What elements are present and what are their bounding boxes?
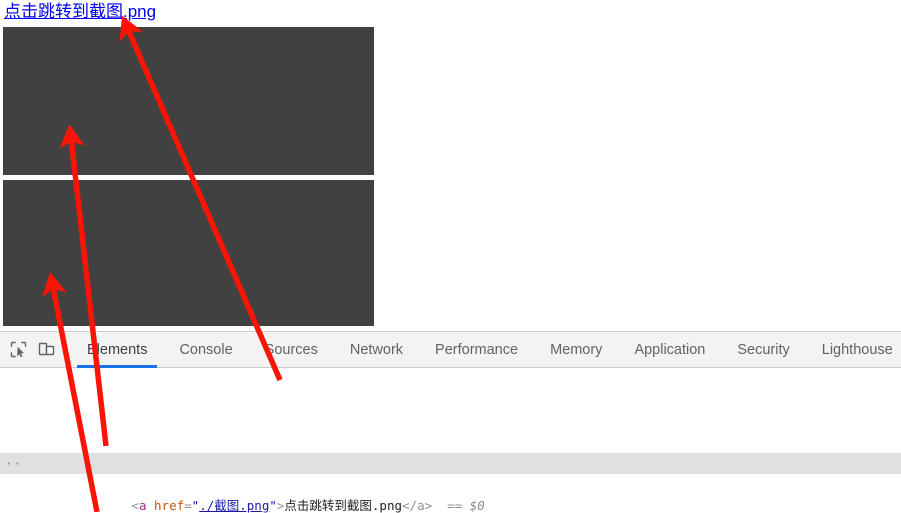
attr-value[interactable]: ./截图.png	[199, 498, 269, 513]
tab-network[interactable]: Network	[334, 332, 419, 368]
dom-tree[interactable]: ·· ▸<a href="./截图.png">点击跳转到截图.png</a> =…	[0, 368, 901, 513]
tab-security[interactable]: Security	[721, 332, 805, 368]
tab-elements[interactable]: Elements	[71, 332, 163, 368]
dom-row-content: ▸<a href="./截图.png">点击跳转到截图.png</a> == $…	[45, 495, 485, 513]
tab-sources[interactable]: Sources	[249, 332, 334, 368]
devtools-tab-bar: Elements Console Sources Network Perform…	[0, 332, 901, 368]
closing-tag: </a>	[402, 498, 433, 513]
broken-image-top[interactable]	[3, 27, 374, 175]
inspect-element-icon[interactable]	[4, 336, 32, 364]
tag-name: a	[138, 498, 147, 513]
tab-memory[interactable]: Memory	[534, 332, 618, 368]
toolbar-divider	[65, 340, 66, 359]
row-overflow-ellipsis: ··	[5, 456, 23, 471]
tab-performance[interactable]: Performance	[419, 332, 534, 368]
device-toolbar-icon[interactable]	[32, 336, 60, 364]
dom-row-a-screenshot[interactable]: ·· ▸<a href="./截图.png">点击跳转到截图.png</a> =…	[0, 453, 901, 513]
selected-node-ref: $0	[469, 498, 485, 513]
browser-page-content: 点击跳转到截图.png	[0, 0, 901, 331]
twisty-placeholder: ▸	[120, 498, 131, 513]
broken-image-bottom[interactable]	[3, 180, 374, 326]
devtools-panel: Elements Console Sources Network Perform…	[0, 331, 901, 513]
tab-application[interactable]: Application	[618, 332, 721, 368]
tab-console[interactable]: Console	[163, 332, 248, 368]
selection-eq: ==	[447, 498, 463, 513]
tab-lighthouse[interactable]: Lighthouse	[806, 332, 901, 368]
attr-name[interactable]: href	[154, 498, 184, 513]
node-text: 点击跳转到截图.png	[284, 498, 403, 513]
screenshot-link[interactable]: 点击跳转到截图.png	[4, 2, 156, 22]
